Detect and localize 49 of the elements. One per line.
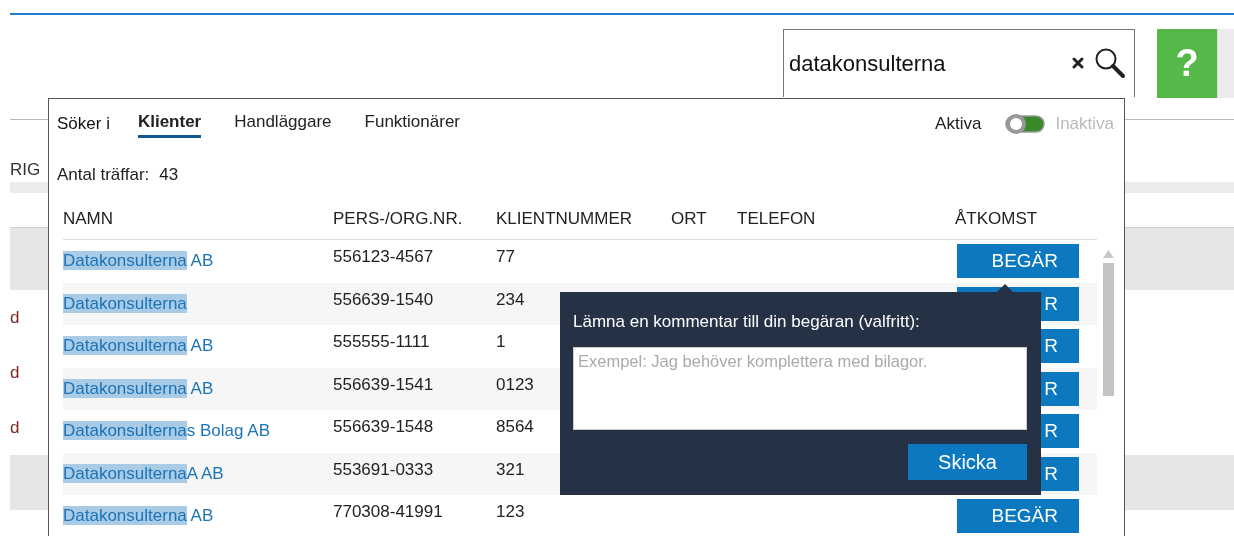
table-cell-text: 77	[496, 246, 515, 267]
table-cell-text: 123	[496, 501, 525, 522]
request-button[interactable]: BEGÄR	[957, 244, 1079, 279]
table-cell: d	[10, 307, 20, 328]
table-cell-text: 321	[496, 458, 525, 480]
tab[interactable]: Handläggare	[234, 110, 332, 138]
popover-title: Lämna en kommentar till din begäran (valfritt):	[573, 312, 921, 332]
table-cell-text: 555555-1111	[333, 331, 430, 352]
column-header: NAMN	[63, 209, 115, 229]
column-header: RIG	[10, 160, 41, 181]
send-button[interactable]: Skicka	[908, 444, 1027, 480]
client-link[interactable]: Datakonsulterna AB	[63, 367, 214, 410]
active-label: Aktiva	[935, 114, 982, 134]
column-header: PERS-/ORG.NR.	[333, 209, 464, 229]
search-scope-label: Söker i	[57, 114, 110, 134]
hit-count-label: Antal träffar:	[57, 165, 150, 185]
table-cell-text: 553691-0333	[333, 458, 434, 480]
client-link[interactable]: Datakonsulternas Bolag AB	[63, 410, 270, 453]
tab[interactable]: Funktionärer	[364, 110, 460, 138]
hit-count: 43	[159, 165, 179, 185]
help-button[interactable]: ?	[1157, 29, 1217, 98]
table-cell: d	[10, 362, 20, 383]
client-link[interactable]: DatakonsulternaA AB	[63, 452, 224, 495]
search-icon[interactable]	[1094, 47, 1126, 79]
column-header: ORT	[671, 209, 708, 229]
clear-icon[interactable]	[1072, 57, 1084, 69]
table-cell-text: 234	[496, 288, 525, 310]
client-link[interactable]: Datakonsulterna AB	[63, 325, 214, 368]
client-link[interactable]: Datakonsulterna AB	[63, 240, 214, 283]
column-header: TELEFON	[737, 209, 817, 229]
table-cell-text: 770308-41991	[333, 501, 443, 522]
table-cell-text: 556639-1548	[333, 416, 434, 437]
table-cell-text: 556639-1541	[333, 373, 434, 395]
table-cell-text: 1	[496, 331, 506, 352]
tab[interactable]: Klienter	[137, 110, 202, 138]
inactive-label: Inaktiva	[1055, 114, 1114, 134]
client-link[interactable]: Datakonsulterna AB	[63, 495, 214, 536]
search-field[interactable]: datakonsulterna	[783, 29, 1135, 97]
comment-field[interactable]: Exempel: Jag behöver komplettera med bilagor.	[573, 347, 1027, 430]
table-cell-text: 556123-4567	[333, 246, 434, 267]
column-header: KLIENTNUMMER	[496, 209, 633, 229]
column-header: ÅTKOMST	[955, 209, 1039, 229]
client-link[interactable]: Datakonsulterna	[63, 282, 187, 325]
table-cell: d	[10, 417, 20, 438]
table-cell-text: 8564	[496, 416, 534, 437]
table-cell-text: 0123	[496, 373, 534, 395]
table-cell-text: 556639-1540	[333, 288, 434, 310]
request-button[interactable]: BEGÄR	[957, 499, 1079, 534]
status-toggle[interactable]	[1005, 113, 1046, 135]
